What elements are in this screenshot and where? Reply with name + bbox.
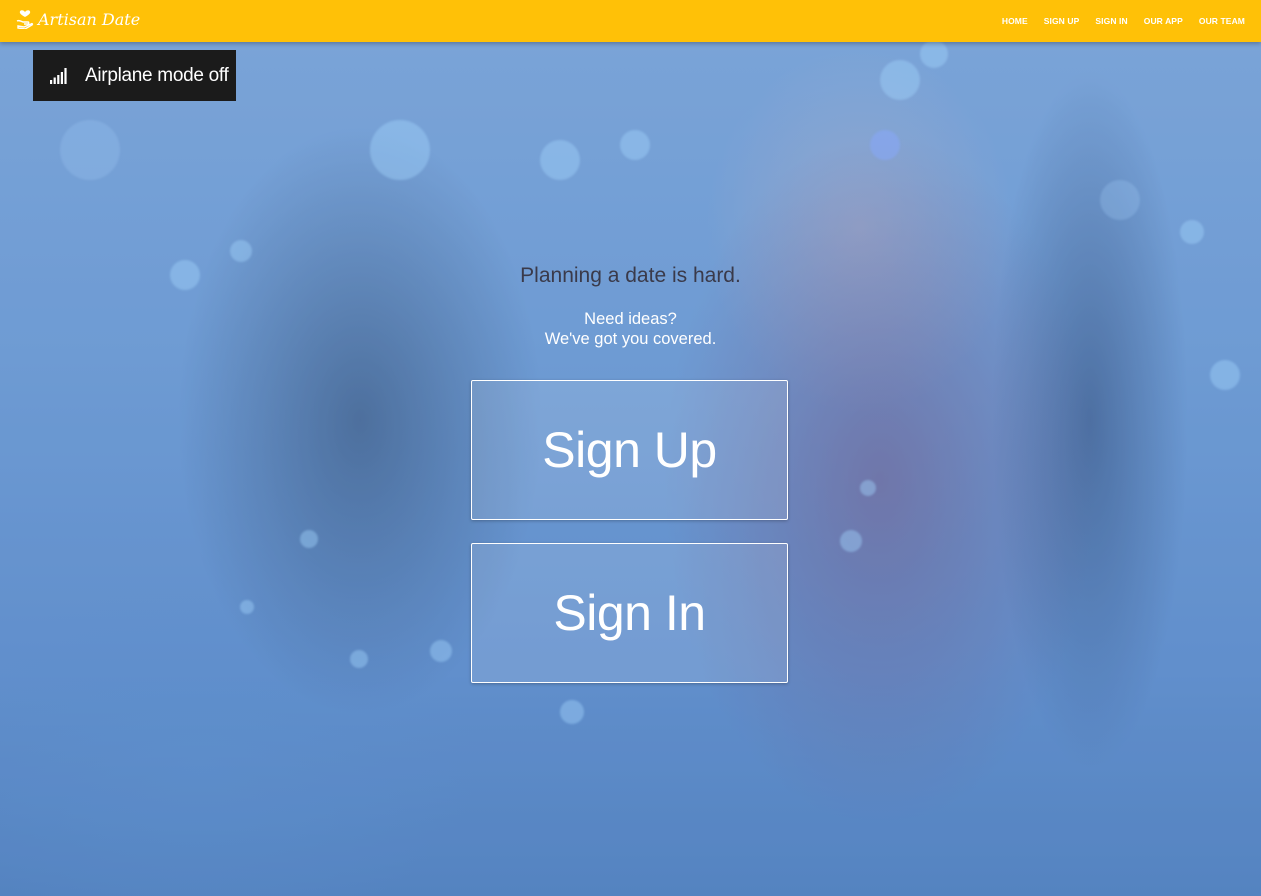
airplane-mode-toast: Airplane mode off bbox=[33, 50, 236, 101]
nav-our-app[interactable]: OUR APP bbox=[1144, 16, 1183, 26]
signal-bars-icon bbox=[50, 67, 67, 84]
nav-sign-in[interactable]: SIGN IN bbox=[1095, 16, 1127, 26]
nav-links: HOME SIGN UP SIGN IN OUR APP OUR TEAM bbox=[986, 0, 1245, 42]
sign-up-button[interactable]: Sign Up bbox=[471, 380, 788, 520]
nav-sign-up[interactable]: SIGN UP bbox=[1044, 16, 1080, 26]
toast-message: Airplane mode off bbox=[85, 64, 229, 86]
hero-tagline: Planning a date is hard. bbox=[520, 264, 741, 287]
hero-subtitle-line1: Need ideas? bbox=[584, 310, 677, 328]
navbar: Artisan Date HOME SIGN UP SIGN IN OUR AP… bbox=[0, 0, 1261, 42]
brand-name: Artisan Date bbox=[38, 9, 141, 29]
heart-hand-icon bbox=[16, 10, 34, 29]
brand-logo[interactable]: Artisan Date bbox=[16, 9, 140, 29]
nav-home[interactable]: HOME bbox=[1002, 16, 1028, 26]
hero-section: Planning a date is hard. Need ideas? We'… bbox=[0, 0, 1261, 896]
sign-in-button[interactable]: Sign In bbox=[471, 543, 788, 683]
nav-our-team[interactable]: OUR TEAM bbox=[1199, 16, 1245, 26]
hero-subtitle-line2: We've got you covered. bbox=[544, 330, 717, 348]
